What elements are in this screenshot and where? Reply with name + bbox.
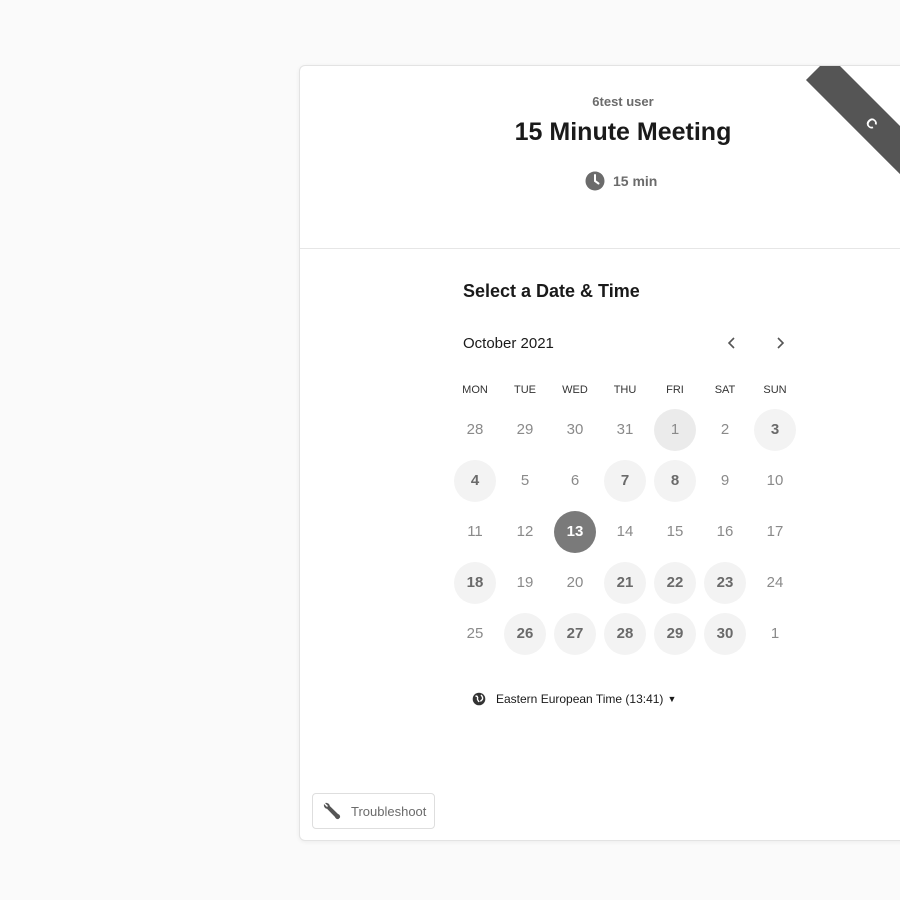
next-month-button[interactable] [768, 331, 792, 355]
troubleshoot-button[interactable]: Troubleshoot [312, 793, 436, 829]
day-cell: 25 [450, 608, 500, 659]
month-label: October 2021 [463, 335, 554, 352]
day-cell: 12 [500, 506, 550, 557]
weekday-label: THU [613, 384, 637, 396]
day-cell: 17 [750, 506, 800, 557]
day-number: 27 [554, 612, 596, 655]
day-cell: 11 [450, 506, 500, 557]
day-number: 3 [754, 408, 796, 451]
chevron-right-icon [777, 337, 785, 349]
day-number: 21 [604, 561, 646, 604]
day-number: 29 [654, 612, 696, 655]
event-header: 6test user 15 Minute Meeting 15 min [300, 66, 900, 249]
day-number: 8 [654, 459, 696, 502]
day-button[interactable]: 27 [550, 608, 600, 659]
day-cell: 16 [700, 506, 750, 557]
day-number: 28 [466, 421, 484, 438]
weekday-label: WED [562, 384, 588, 396]
weekday-label: TUE [514, 384, 536, 396]
day-number: 12 [516, 523, 534, 540]
day-number: 5 [520, 472, 530, 489]
event-title: 15 Minute Meeting [514, 118, 732, 146]
day-cell: 19 [500, 557, 550, 608]
duration-label: 15 min [613, 173, 658, 189]
day-button[interactable]: 7 [600, 455, 650, 506]
weekday-label: MON [462, 384, 488, 396]
day-number: 25 [466, 625, 484, 642]
day-button[interactable]: 23 [700, 557, 750, 608]
troubleshoot-label: Troubleshoot [351, 803, 427, 819]
day-number: 19 [516, 574, 534, 591]
day-number: 9 [720, 472, 730, 489]
caret-down-icon: ▼ [667, 694, 677, 704]
day-number: 24 [766, 574, 784, 591]
day-cell: 20 [550, 557, 600, 608]
weekday-label: FRI [666, 384, 684, 396]
weekday-label: SAT [714, 384, 736, 396]
day-number: 20 [566, 574, 584, 591]
clock-icon [585, 171, 605, 191]
day-cell: 31 [600, 404, 650, 455]
day-number: 26 [504, 612, 546, 655]
chevron-left-icon [727, 337, 735, 349]
day-cell: 29 [500, 404, 550, 455]
day-cell: 6 [550, 455, 600, 506]
day-number: 18 [454, 561, 496, 604]
day-number: 11 [467, 523, 483, 540]
day-number: 15 [666, 523, 684, 540]
day-number: 1 [770, 625, 780, 642]
day-number: 16 [716, 523, 734, 540]
weekday-label: SUN [763, 384, 787, 396]
day-cell: 15 [650, 506, 700, 557]
day-number: 29 [516, 421, 534, 438]
day-number: 22 [654, 561, 696, 604]
day-cell: 2 [700, 404, 750, 455]
day-number: 10 [766, 472, 784, 489]
calendar-grid: 28 29 30 31 1 2 3 4 5 6 7 8 9 10 11 12 13 14 15 16 17 18 19 20 2… [450, 404, 800, 659]
wrench-icon [323, 802, 341, 820]
day-number: 13 [554, 510, 596, 553]
day-button[interactable]: 4 [450, 455, 500, 506]
day-button[interactable]: 8 [650, 455, 700, 506]
day-button[interactable]: 1 [650, 404, 700, 455]
day-button[interactable]: 26 [500, 608, 550, 659]
day-cell: 9 [700, 455, 750, 506]
day-cell: 10 [750, 455, 800, 506]
day-number: 17 [766, 523, 784, 540]
day-button[interactable]: 3 [750, 404, 800, 455]
event-duration: 15 min [585, 171, 657, 191]
day-button[interactable]: 28 [600, 608, 650, 659]
day-cell: 28 [450, 404, 500, 455]
booking-card: C 6test user 15 Minute Meeting 15 min Se… [299, 65, 900, 841]
timezone-selector[interactable]: Eastern European Time (13:41) ▼ [472, 692, 676, 706]
day-number: 7 [604, 459, 646, 502]
day-button[interactable]: 21 [600, 557, 650, 608]
day-number: 23 [704, 561, 746, 604]
day-cell: 5 [500, 455, 550, 506]
day-number: 14 [616, 523, 634, 540]
day-number: 28 [604, 612, 646, 655]
day-number: 30 [566, 421, 584, 438]
day-button[interactable]: 18 [450, 557, 500, 608]
host-name: 6test user [592, 94, 654, 109]
day-cell: 14 [600, 506, 650, 557]
day-cell: 24 [750, 557, 800, 608]
prev-month-button[interactable] [720, 331, 744, 355]
weekday-header: MON TUE WED THU FRI SAT SUN [450, 384, 800, 396]
timezone-label: Eastern European Time (13:41) [496, 692, 664, 706]
day-button[interactable]: 29 [650, 608, 700, 659]
day-number: 2 [720, 421, 730, 438]
day-button[interactable]: 30 [700, 608, 750, 659]
day-cell: 1 [750, 608, 800, 659]
day-number: 4 [454, 459, 496, 502]
section-title: Select a Date & Time [463, 281, 640, 301]
day-cell: 30 [550, 404, 600, 455]
selected-day-button[interactable]: 13 [550, 506, 600, 557]
day-button[interactable]: 22 [650, 557, 700, 608]
day-number: 1 [654, 408, 696, 451]
day-number: 31 [616, 421, 634, 438]
day-number: 30 [704, 612, 746, 655]
globe-icon [472, 692, 486, 706]
day-number: 6 [570, 472, 580, 489]
